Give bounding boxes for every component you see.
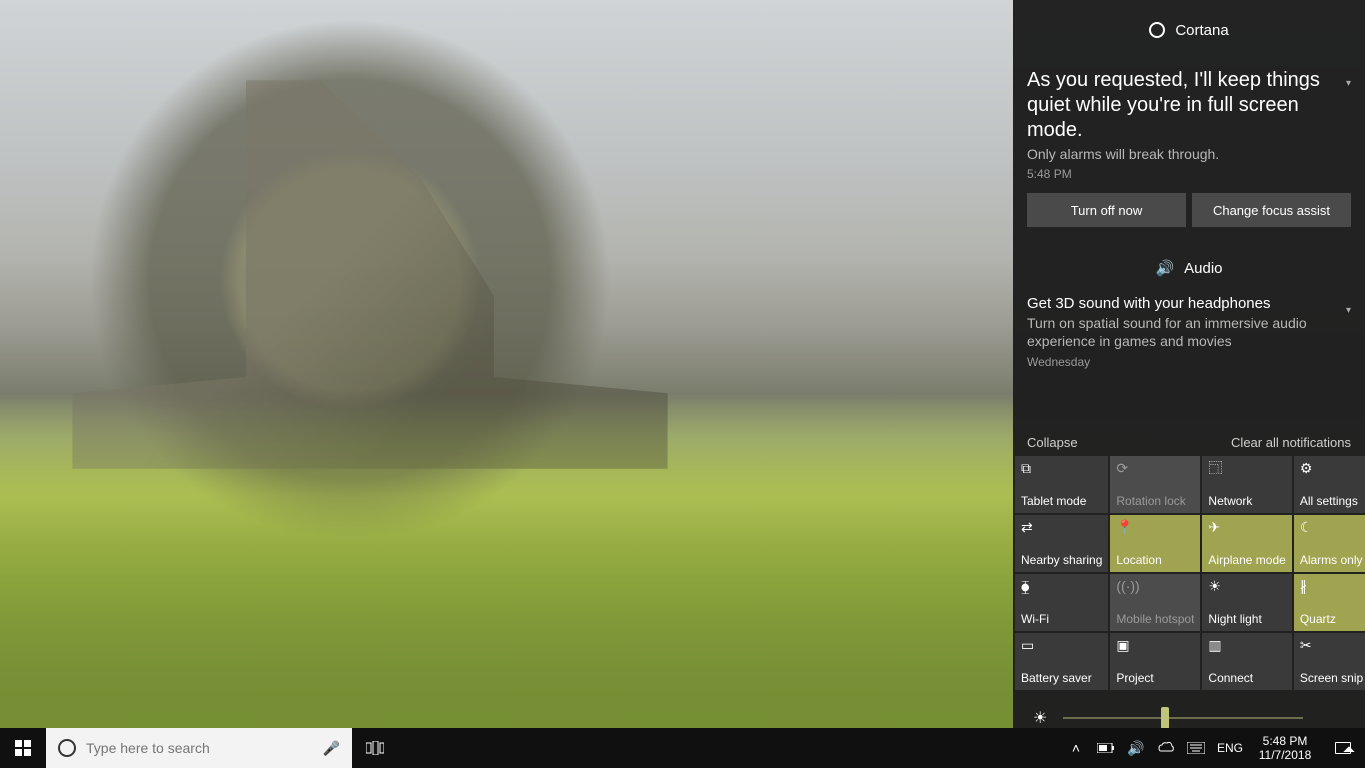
quick-action-alarms-only[interactable]: ☾ Alarms only [1294, 515, 1365, 572]
audio-icon: 🔊 [1155, 259, 1174, 277]
notification-body: Only alarms will break through. [1027, 145, 1351, 163]
tray-overflow-button[interactable]: ˄ [1061, 740, 1091, 756]
quick-action-label: Network [1208, 494, 1285, 508]
connect-icon: ▥ [1208, 638, 1285, 652]
keyboard-icon [1187, 742, 1205, 754]
notification-group-audio: 🔊 Audio [1013, 241, 1365, 287]
quick-action-location[interactable]: 📍 Location [1110, 515, 1200, 572]
cortana-circle-icon [58, 739, 76, 757]
microphone-icon[interactable]: 🎤 [323, 740, 340, 757]
quick-action-all-settings[interactable]: ⚙ All settings [1294, 456, 1365, 513]
notification-icon [1335, 742, 1351, 754]
touch-keyboard-icon[interactable] [1181, 742, 1211, 754]
quick-action-label: Alarms only [1300, 553, 1363, 567]
start-button[interactable] [0, 728, 46, 768]
notification-body: Turn on spatial sound for an immersive a… [1027, 314, 1351, 350]
quick-action-label: Night light [1208, 612, 1285, 626]
quick-action-project[interactable]: ▣ Project [1110, 633, 1200, 690]
quick-action-tablet-mode[interactable]: ⧉ Tablet mode [1015, 456, 1108, 513]
chevron-down-icon[interactable]: ▾ [1346, 305, 1351, 316]
onedrive-tray-icon[interactable] [1151, 741, 1181, 755]
quick-action-label: Screen snip [1300, 671, 1363, 685]
bluetooth-icon: ∦ [1300, 579, 1363, 593]
notification-time: Wednesday [1027, 355, 1351, 369]
battery-icon: ▭ [1021, 638, 1102, 652]
settings-icon: ⚙ [1300, 461, 1363, 475]
quick-action-wi-fi[interactable]: ⧳ Wi-Fi [1015, 574, 1108, 631]
quick-action-battery-saver[interactable]: ▭ Battery saver [1015, 633, 1108, 690]
onedrive-icon [1158, 741, 1174, 755]
battery-icon [1097, 743, 1115, 753]
quick-action-mobile-hotspot: ((·)) Mobile hotspot [1110, 574, 1200, 631]
hotspot-icon: ((·)) [1116, 579, 1194, 593]
quick-action-label: Rotation lock [1116, 494, 1194, 508]
cortana-icon [1149, 22, 1165, 38]
quick-action-label: Location [1116, 553, 1194, 567]
rotation-icon: ⟳ [1116, 461, 1194, 475]
brightness-slider[interactable] [1063, 717, 1303, 719]
share-icon: ⇄ [1021, 520, 1102, 534]
quick-action-label: Connect [1208, 671, 1285, 685]
brightness-icon: ☀ [1033, 708, 1047, 728]
quick-action-label: Wi-Fi [1021, 612, 1102, 626]
quick-action-night-light[interactable]: ☀ Night light [1202, 574, 1291, 631]
system-tray: ˄ 🔊 ENG 5:48 PM 11/7/2018 [1061, 728, 1365, 768]
windows-icon [15, 740, 31, 756]
quick-action-label: All settings [1300, 494, 1363, 508]
quick-action-network[interactable]: ⿹ Network [1202, 456, 1291, 513]
clock-time: 5:48 PM [1263, 734, 1308, 748]
location-icon: 📍 [1116, 520, 1194, 534]
quick-action-airplane-mode[interactable]: ✈ Airplane mode [1202, 515, 1291, 572]
notification-cortana[interactable]: ▾ As you requested, I'll keep things qui… [1013, 60, 1365, 241]
taskbar-clock[interactable]: 5:48 PM 11/7/2018 [1249, 734, 1321, 763]
quick-action-label: Battery saver [1021, 671, 1102, 685]
tablet-icon: ⧉ [1021, 461, 1102, 475]
clear-all-button[interactable]: Clear all notifications [1231, 435, 1351, 450]
task-view-button[interactable] [352, 728, 398, 768]
task-view-icon [366, 741, 384, 755]
action-center-panel: Cortana ▾ As you requested, I'll keep th… [1013, 0, 1365, 728]
volume-tray-icon[interactable]: 🔊 [1121, 740, 1151, 757]
battery-tray-icon[interactable] [1091, 743, 1121, 753]
language-indicator[interactable]: ENG [1211, 741, 1249, 755]
network-icon: ⿹ [1208, 461, 1285, 475]
notification-group-cortana: Cortana [1013, 0, 1365, 60]
project-icon: ▣ [1116, 638, 1194, 652]
quick-action-label: Project [1116, 671, 1194, 685]
airplane-icon: ✈ [1208, 520, 1285, 534]
quick-action-quartz[interactable]: ∦ Quartz [1294, 574, 1365, 631]
quick-action-label: Quartz [1300, 612, 1363, 626]
quick-action-tiles: ⧉ Tablet mode ⟳ Rotation lock ⿹ Network ⚙ All s… [1013, 456, 1365, 690]
search-input[interactable] [86, 740, 313, 756]
quick-action-label: Nearby sharing [1021, 553, 1102, 567]
action-center-button[interactable] [1321, 742, 1365, 754]
snip-icon: ✂ [1300, 638, 1363, 652]
notification-title: Get 3D sound with your headphones [1027, 295, 1351, 312]
quick-action-connect[interactable]: ▥ Connect [1202, 633, 1291, 690]
taskbar: 🎤 ˄ 🔊 ENG 5:48 PM 11/7/2018 [0, 728, 1365, 768]
notification-app-name: Audio [1184, 260, 1222, 277]
brightness-control: ☀ [1013, 690, 1365, 728]
quick-action-label: Airplane mode [1208, 553, 1285, 567]
moon-icon: ☾ [1300, 520, 1363, 534]
wifi-icon: ⧳ [1021, 579, 1102, 593]
clock-date: 11/7/2018 [1259, 748, 1312, 762]
quick-action-label: Tablet mode [1021, 494, 1102, 508]
sun-icon: ☀ [1208, 579, 1285, 593]
notification-app-name: Cortana [1175, 22, 1228, 39]
chevron-down-icon[interactable]: ▾ [1346, 78, 1351, 89]
notification-time: 5:48 PM [1027, 167, 1351, 181]
quick-action-nearby-sharing[interactable]: ⇄ Nearby sharing [1015, 515, 1108, 572]
quick-action-rotation-lock: ⟳ Rotation lock [1110, 456, 1200, 513]
taskbar-search[interactable]: 🎤 [46, 728, 352, 768]
turn-off-now-button[interactable]: Turn off now [1027, 193, 1186, 227]
notification-audio[interactable]: ▾ Get 3D sound with your headphones Turn… [1013, 287, 1365, 382]
notification-title: As you requested, I'll keep things quiet… [1027, 68, 1351, 143]
change-focus-assist-button[interactable]: Change focus assist [1192, 193, 1351, 227]
quick-action-label: Mobile hotspot [1116, 612, 1194, 626]
collapse-button[interactable]: Collapse [1027, 435, 1078, 450]
quick-action-screen-snip[interactable]: ✂ Screen snip [1294, 633, 1365, 690]
